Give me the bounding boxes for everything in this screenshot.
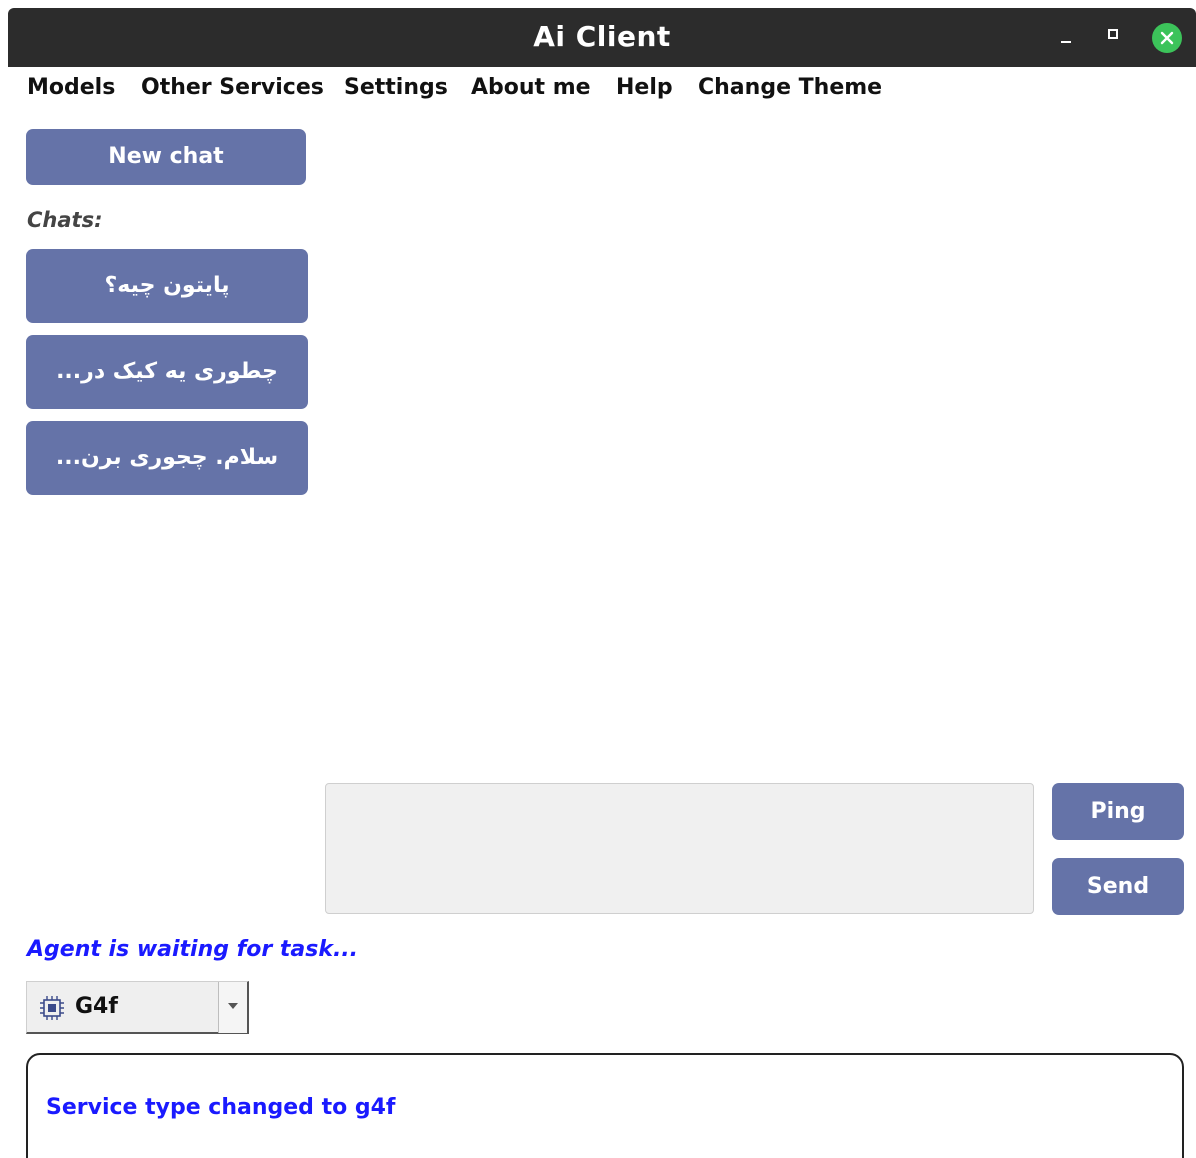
- log-message: Service type changed to g4f: [46, 1095, 396, 1120]
- service-select[interactable]: G4f: [26, 981, 249, 1034]
- new-chat-button[interactable]: New chat: [26, 129, 306, 185]
- chat-item[interactable]: پایتون چیه؟: [26, 249, 308, 323]
- minimize-button[interactable]: [1057, 26, 1077, 46]
- menu-models[interactable]: Models: [27, 75, 115, 100]
- menu-about-me[interactable]: About me: [471, 75, 591, 100]
- window-title: Ai Client: [533, 20, 671, 53]
- chip-icon: [40, 996, 64, 1020]
- minimize-icon: [1061, 41, 1071, 43]
- title-bar[interactable]: Ai Client: [8, 8, 1196, 67]
- app-window: Ai Client Models Other Services Settings…: [8, 8, 1196, 1158]
- menu-other-services[interactable]: Other Services: [141, 75, 324, 100]
- close-icon: [1160, 31, 1174, 45]
- agent-status: Agent is waiting for task...: [27, 937, 359, 962]
- message-input[interactable]: [325, 783, 1034, 914]
- menu-settings[interactable]: Settings: [344, 75, 448, 100]
- chat-item[interactable]: ...سلام. چجوری برن: [26, 421, 308, 495]
- log-panel: Service type changed to g4f: [26, 1053, 1184, 1158]
- chevron-down-icon: [228, 1003, 238, 1009]
- menu-help[interactable]: Help: [616, 75, 673, 100]
- chats-heading: Chats:: [27, 208, 103, 232]
- ping-button[interactable]: Ping: [1052, 783, 1184, 840]
- dropdown-arrow[interactable]: [218, 982, 247, 1033]
- service-select-value: G4f: [75, 994, 118, 1019]
- send-button[interactable]: Send: [1052, 858, 1184, 915]
- maximize-button[interactable]: [1108, 29, 1118, 39]
- menu-change-theme[interactable]: Change Theme: [698, 75, 882, 100]
- close-button[interactable]: [1152, 23, 1182, 53]
- chat-item[interactable]: ...چطوری یه کیک در: [26, 335, 308, 409]
- menu-bar: Models Other Services Settings About me …: [8, 70, 1196, 110]
